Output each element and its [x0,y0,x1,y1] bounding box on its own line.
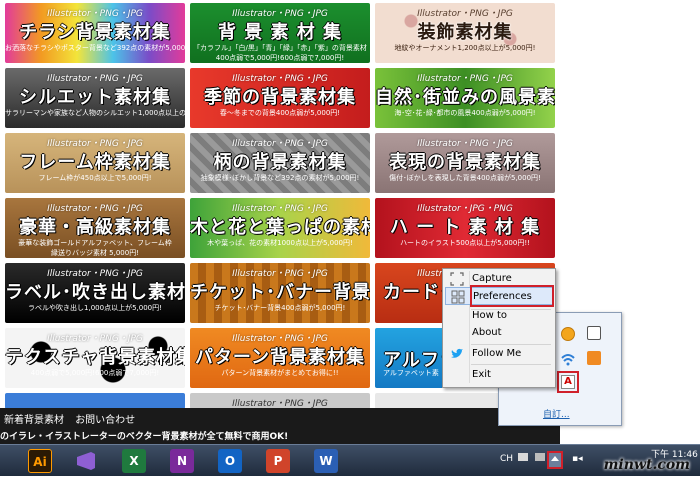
banner-ticket[interactable]: Illustrator・PNG・JPG チケット･バナー背景素材集 チケット･バ… [190,263,370,323]
banner-pattern-bg[interactable]: Illustrator・PNG・JPG 柄の背景素材集 抽象模様･ぼかし背景など… [190,133,370,193]
menu-item-exit[interactable]: Exit [445,366,553,384]
keyboard-icon[interactable] [518,453,528,461]
usb-device-icon[interactable] [587,326,601,340]
preferences-highlight [470,285,554,307]
banner-background[interactable]: Illustrator・PNG・JPG 背 景 素 材 集 「カラフル」「白/黒… [190,3,370,63]
watermark: minwt.com [603,457,690,473]
settings-icon[interactable] [534,453,545,461]
network-icon[interactable] [561,351,575,366]
word-icon[interactable]: W [314,449,338,473]
orange-circle-icon[interactable] [561,327,575,341]
taskbar: Ai X N O P W CH ▪◂ 下午 11:46 [0,444,700,476]
menu-item-how-to[interactable]: How to [445,307,553,325]
onenote-icon[interactable]: N [170,449,194,473]
banner-expression-bg[interactable]: Illustrator・PNG・JPG 表現の背景素材集 傷付･ぼかしを表現した… [375,133,555,193]
footer-links: 新着背景素材 お問い合わせ [4,411,143,426]
visual-studio-icon[interactable] [74,449,98,473]
banner-partial-2[interactable]: Illustrator・PNG・JPG [190,393,370,409]
banner-flyer-bg[interactable]: Illustrator・PNG・JPG チラシ背景素材集 お洒落なチラシやポスタ… [5,3,185,63]
banner-tree-flower-leaf[interactable]: Illustrator・PNG・JPG 木と花と葉っぱの素材集 木や葉っぱ、花の… [190,198,370,258]
menu-item-follow-me[interactable]: Follow Me [445,345,553,363]
menu-separator [471,364,551,365]
footer-tagline: のイラレ・イラストレーターのベクター背景素材が全て無料で商用OK! [0,432,289,442]
context-menu: Capture Preferences How to About Follow … [442,268,556,388]
banner-heart[interactable]: Illustrator・JPG・PNG ハ ー ト 素 材 集 ハートのイラスト… [375,198,555,258]
banner-seasonal[interactable]: Illustrator・PNG・JPG 季節の背景素材集 春～冬までの背景400… [190,68,370,128]
chevron-up-icon [551,456,559,461]
banner-nature[interactable]: Illustrator・PNG・JPG 自然･街並みの風景素材集 海･空･花･緑… [375,68,555,128]
twitter-bird-icon [450,347,464,361]
preferences-icon [451,290,465,304]
capture-icon [450,272,464,286]
tray-icons-area [518,453,545,484]
menu-item-about[interactable]: About [445,324,553,342]
customize-link[interactable]: 自訂... [543,407,570,420]
banner-partial-1[interactable] [5,393,185,409]
banner-decoration[interactable]: Illustrator・PNG・JPG 装飾素材集 地紋やオーナメント1,200… [375,3,555,63]
show-hidden-icons-button[interactable] [547,451,563,469]
banner-silhouette[interactable]: Illustrator・PNG・JPG シルエット素材集 サラリーマンや家族など… [5,68,185,128]
site-footer: 新着背景素材 お問い合わせ のイラレ・イラストレーターのベクター背景素材が全て無… [0,408,560,444]
lang-indicator[interactable]: CH [500,454,513,485]
banner-luxury[interactable]: Illustrator・PNG・JPG 豪華・高級素材集 豪華な装飾ゴールドアル… [5,198,185,258]
footer-link-contact[interactable]: お問い合わせ [75,415,135,426]
tray-icon-highlight [557,371,579,393]
powerpoint-icon[interactable]: P [266,449,290,473]
banner-label-balloon[interactable]: Illustrator・PNG・JPG ラベル･吹き出し素材集 ラベルや吹き出し… [5,263,185,323]
banner-texture[interactable]: Illustrator・PNG・JPG テクスチャ背景素材集 400点弱で5,0… [5,328,185,388]
power-icon[interactable] [587,351,601,365]
illustrator-icon[interactable]: Ai [28,449,52,473]
footer-link-new[interactable]: 新着背景素材 [4,415,64,426]
excel-icon[interactable]: X [122,449,146,473]
banner-frame[interactable]: Illustrator・PNG・JPG フレーム枠素材集 フレーム枠が450点以… [5,133,185,193]
banner-pattern[interactable]: Illustrator・PNG・JPG パターン背景素材集 パターン背景素材がま… [190,328,370,388]
outlook-icon[interactable]: O [218,449,242,473]
volume-icon[interactable]: ▪◂ [572,454,583,485]
